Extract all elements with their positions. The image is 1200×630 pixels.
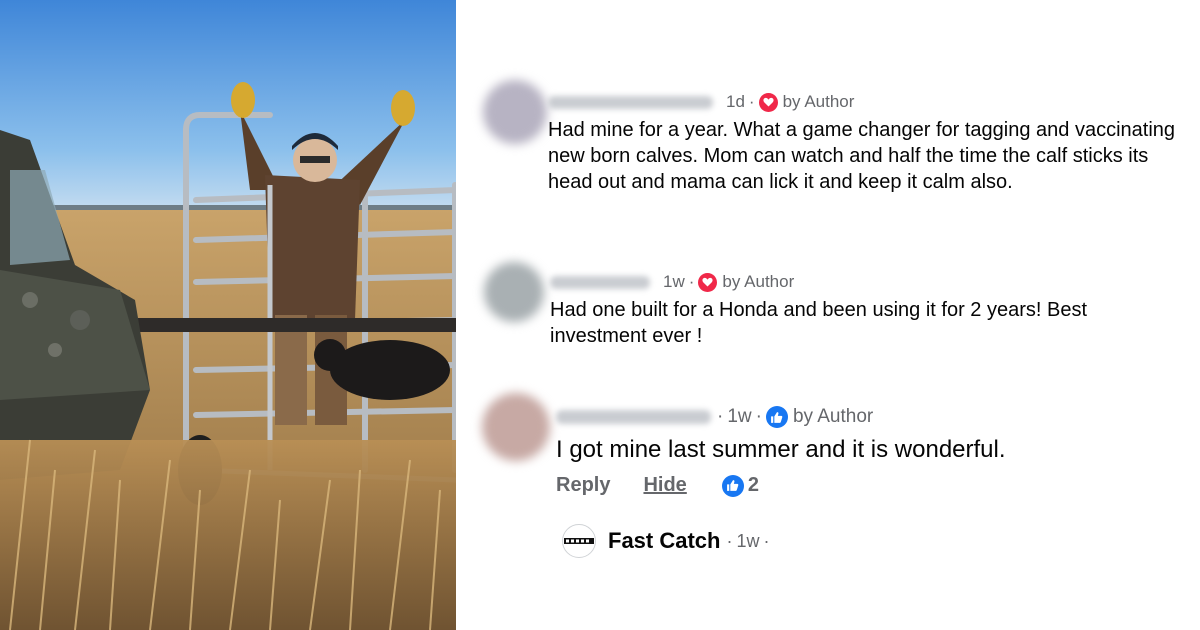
comment-text: Had one built for a Honda and been using…	[550, 299, 1088, 347]
comment-time[interactable]: 1d	[726, 92, 745, 112]
comment-actions: Reply Hide 2	[556, 474, 759, 497]
commenter-avatar[interactable]	[482, 393, 550, 461]
reply-button[interactable]: Reply	[556, 474, 610, 497]
comment-text: Had mine for a year. What a game changer…	[548, 119, 1176, 193]
heart-icon	[758, 92, 778, 112]
video-thumbnail[interactable]	[0, 0, 456, 630]
commenter-avatar[interactable]	[484, 262, 544, 322]
by-author-label: by Author	[782, 92, 855, 111]
comment-text: I got mine last summer and it is wonderf…	[556, 436, 1006, 463]
by-author-label: by Author	[792, 406, 874, 427]
reaction-count[interactable]: 2	[748, 474, 759, 497]
page-reply: Fast Catch · 1w ·	[562, 524, 770, 558]
commenter-name[interactable]	[556, 410, 711, 424]
comment-time[interactable]: 1w	[663, 272, 685, 292]
commenter-avatar[interactable]	[483, 80, 547, 144]
hide-button[interactable]: Hide	[643, 474, 686, 497]
comment-meta: 1w · by Author	[550, 272, 794, 292]
comment-time[interactable]: 1w	[727, 406, 751, 428]
heart-icon	[698, 272, 718, 292]
fast-catch-logo	[564, 538, 594, 544]
like-icon	[765, 406, 788, 428]
by-author-label: by Author	[722, 272, 795, 291]
comment-meta: · 1w · by Author	[556, 406, 873, 428]
comment-meta: 1d · by Author	[548, 92, 854, 112]
ranch-photo	[0, 0, 456, 630]
like-icon[interactable]	[721, 474, 744, 497]
commenter-name[interactable]	[548, 95, 713, 109]
reply-time[interactable]: 1w	[736, 531, 759, 552]
page-name[interactable]: Fast Catch	[608, 528, 720, 554]
page-avatar[interactable]	[562, 524, 596, 558]
commenter-name[interactable]	[550, 275, 650, 289]
comments-section: 1d · by Author Had mine for a year. What…	[456, 0, 1200, 630]
